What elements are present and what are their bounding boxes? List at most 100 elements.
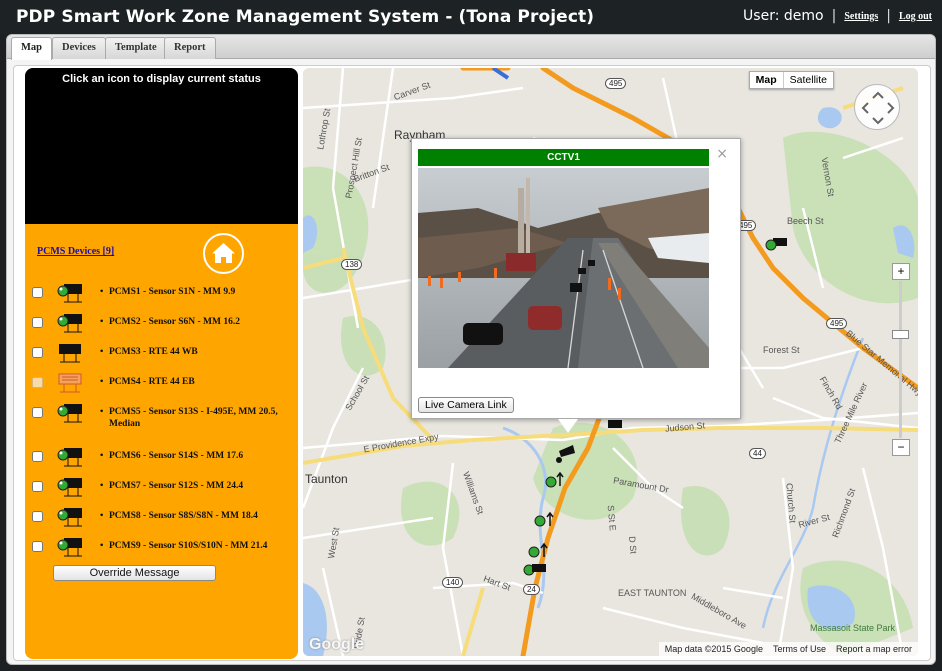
map-label: Forest St (763, 345, 800, 355)
status-message: Click an icon to display current status (62, 73, 261, 85)
sign-with-sensor-icon[interactable] (55, 280, 85, 306)
device-checkbox[interactable] (32, 541, 43, 552)
zoom-in-button[interactable]: + (892, 263, 910, 280)
device-label-text: PCMS6 - Sensor S14S - MM 17.6 (109, 451, 244, 461)
camera-snapshot[interactable] (418, 168, 709, 368)
device-row[interactable]: • PCMS5 - Sensor S13S - I-495E, MM 20.5, … (25, 400, 298, 429)
popup-title: CCTV1 (418, 149, 709, 166)
map-label: EAST TAUNTON (618, 588, 687, 598)
bullet: • (100, 317, 104, 327)
route-shield: 140 (442, 577, 464, 588)
pcms-devices-link[interactable]: PCMS Devices [9] (37, 246, 114, 257)
zoom-slider-handle[interactable] (892, 330, 909, 339)
tab-template[interactable]: Template (105, 37, 167, 59)
close-icon[interactable]: × (716, 146, 728, 162)
override-message-button[interactable]: Override Message (53, 565, 216, 581)
user-label: User: demo (743, 8, 824, 24)
map-label: Massasoit State Park (810, 623, 896, 633)
device-checkbox[interactable] (32, 347, 43, 358)
app-title: PDP Smart Work Zone Management System - … (16, 7, 595, 27)
device-checkbox[interactable] (32, 511, 43, 522)
route-shield: 44 (749, 448, 766, 459)
device-checkbox[interactable] (32, 287, 43, 298)
home-icon (212, 243, 235, 263)
device-checkbox[interactable] (32, 317, 43, 328)
route-shield: 24 (523, 584, 540, 595)
sign-with-sensor-icon[interactable] (55, 474, 85, 500)
home-button[interactable] (203, 233, 244, 274)
device-row[interactable]: • PCMS1 - Sensor S1N - MM 9.9 (25, 280, 298, 306)
user-area: User: demo | Settings | Log out (743, 8, 932, 24)
route-shield: 495 (826, 318, 848, 329)
logout-link[interactable]: Log out (899, 11, 932, 22)
device-row[interactable]: • PCMS4 - RTE 44 EB (25, 370, 298, 396)
device-label: • PCMS6 - Sensor S14S - MM 17.6 (100, 450, 294, 462)
device-label-text: PCMS8 - Sensor S8S/S8N - MM 18.4 (109, 511, 258, 521)
pan-arrows-icon (861, 91, 895, 125)
device-label: • PCMS2 - Sensor S6N - MM 16.2 (100, 316, 294, 328)
device-label: • PCMS7 - Sensor S12S - MM 24.4 (100, 480, 294, 492)
device-label: • PCMS3 - RTE 44 WB (100, 346, 294, 358)
map-label: S St E (605, 504, 618, 532)
separator: | (886, 8, 891, 24)
tab-report[interactable]: Report (164, 37, 216, 59)
live-camera-link-button[interactable]: Live Camera Link (418, 397, 514, 413)
route-shield: 138 (341, 259, 363, 270)
device-label-text: PCMS1 - Sensor S1N - MM 9.9 (109, 287, 236, 297)
device-label: • PCMS4 - RTE 44 EB (100, 376, 294, 388)
sign-with-sensor-icon[interactable] (55, 310, 85, 336)
bullet: • (100, 511, 104, 521)
sign-alert-icon[interactable] (55, 370, 85, 396)
map-type-control: Map Satellite (748, 71, 834, 89)
map-label: Beech St (787, 216, 824, 226)
device-checkbox[interactable] (32, 451, 43, 462)
device-row[interactable]: • PCMS7 - Sensor S12S - MM 24.4 (25, 474, 298, 500)
device-row[interactable]: • PCMS9 - Sensor S10S/S10N - MM 21.4 (25, 534, 298, 560)
bullet: • (100, 407, 104, 417)
sign-with-sensor-icon[interactable] (55, 400, 85, 426)
map-type-map-button[interactable]: Map (750, 72, 784, 88)
bullet: • (100, 287, 104, 297)
device-label-text: PCMS9 - Sensor S10S/S10N - MM 21.4 (109, 541, 268, 551)
map-view[interactable]: Raynham Taunton EAST TAUNTON Massasoit S… (303, 68, 918, 656)
map-footer: Map data ©2015 Google Terms of Use Repor… (658, 642, 918, 656)
device-label: • PCMS8 - Sensor S8S/S8N - MM 18.4 (100, 510, 294, 522)
top-bar: PDP Smart Work Zone Management System - … (0, 0, 942, 34)
zoom-out-button[interactable]: − (892, 439, 910, 456)
tab-devices[interactable]: Devices (52, 37, 106, 59)
report-error-link[interactable]: Report a map error (836, 644, 912, 654)
device-row[interactable]: • PCMS6 - Sensor S14S - MM 17.6 (25, 444, 298, 470)
bullet: • (100, 451, 104, 461)
map-label: D St (627, 535, 639, 555)
sign-with-sensor-icon[interactable] (55, 444, 85, 470)
tab-map[interactable]: Map (11, 37, 52, 60)
bullet: • (100, 347, 104, 357)
map-label: Taunton (305, 472, 348, 486)
zoom-slider-track[interactable] (899, 281, 902, 438)
device-label-text: PCMS5 - Sensor S13S - I-495E, MM 20.5, M… (109, 407, 278, 429)
sign-icon[interactable] (55, 340, 85, 366)
tab-bar: Map Devices Template Report (7, 35, 935, 60)
separator: | (831, 8, 837, 24)
device-label-text: PCMS2 - Sensor S6N - MM 16.2 (109, 317, 240, 327)
settings-link[interactable]: Settings (844, 11, 878, 22)
device-checkbox[interactable] (32, 481, 43, 492)
device-row[interactable]: • PCMS8 - Sensor S8S/S8N - MM 18.4 (25, 504, 298, 530)
device-checkbox[interactable] (32, 407, 43, 418)
device-checkbox[interactable] (32, 377, 43, 388)
pan-control[interactable] (854, 84, 900, 130)
device-label: • PCMS1 - Sensor S1N - MM 9.9 (100, 286, 294, 298)
device-label-text: PCMS3 - RTE 44 WB (109, 347, 198, 357)
terms-link[interactable]: Terms of Use (773, 644, 826, 654)
map-type-satellite-button[interactable]: Satellite (784, 72, 833, 88)
status-display: Click an icon to display current status (25, 68, 298, 224)
device-label: • PCMS5 - Sensor S13S - I-495E, MM 20.5, … (100, 406, 294, 430)
sign-with-sensor-icon[interactable] (55, 534, 85, 560)
sign-with-sensor-icon[interactable] (55, 504, 85, 530)
device-row[interactable]: • PCMS3 - RTE 44 WB (25, 340, 298, 366)
device-label-text: PCMS4 - RTE 44 EB (109, 377, 195, 387)
camera-popup: CCTV1 × Live Camera Link (411, 138, 741, 419)
bullet: • (100, 541, 104, 551)
route-shield: 495 (605, 78, 627, 89)
device-row[interactable]: • PCMS2 - Sensor S6N - MM 16.2 (25, 310, 298, 336)
